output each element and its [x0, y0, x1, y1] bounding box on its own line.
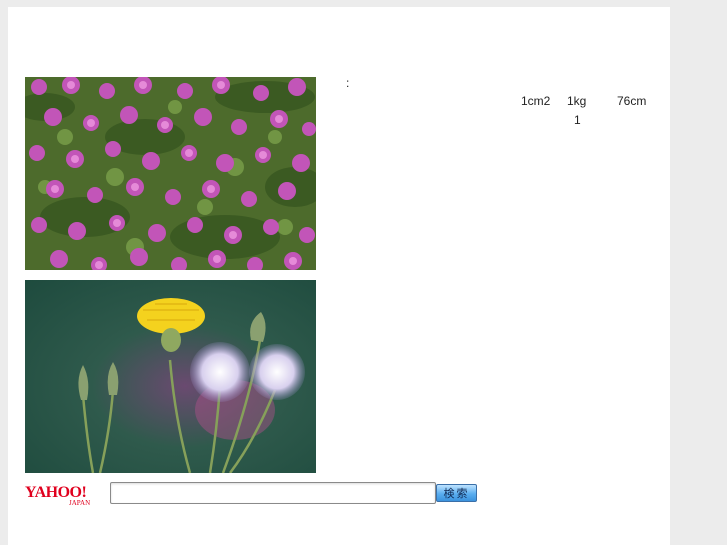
pink-flowers-photo — [25, 77, 316, 270]
unit-length: 76cm — [617, 94, 647, 108]
yahoo-japan-logo[interactable]: YAHOO! JAPAN — [25, 482, 103, 507]
unit-area: 1cm2 — [521, 94, 551, 108]
page-content: : 1cm2 1kg 76cm 1 YAHOO! JAPAN 検索 — [8, 7, 670, 545]
yahoo-search-bar: YAHOO! JAPAN 検索 — [25, 481, 485, 507]
search-input[interactable] — [110, 482, 436, 504]
wildflowers-photo — [25, 280, 316, 473]
unit-mass: 1kg — [567, 94, 587, 108]
unit-number: 1 — [574, 113, 581, 127]
svg-text:JAPAN: JAPAN — [69, 499, 90, 506]
search-button[interactable]: 検索 — [436, 484, 477, 502]
colon-text: : — [346, 76, 350, 90]
